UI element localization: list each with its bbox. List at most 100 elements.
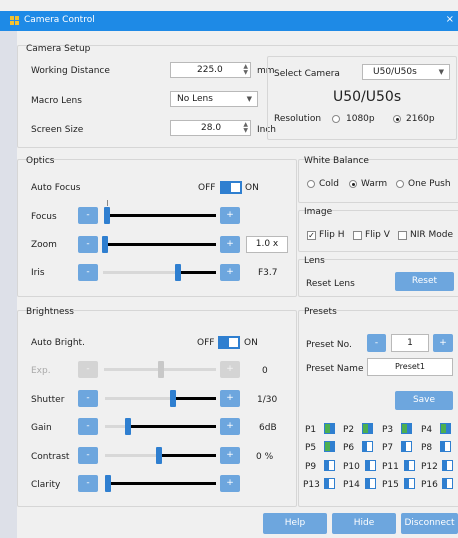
zoom-plus-button[interactable]: + <box>220 236 240 253</box>
shutter-slider-thumb[interactable] <box>170 390 176 407</box>
preset-toggle-13[interactable] <box>324 478 335 489</box>
preset-toggle-15[interactable] <box>404 478 415 489</box>
flip-v-checkbox[interactable] <box>353 231 362 240</box>
focus-tick <box>107 200 108 206</box>
clarity-slider-thumb[interactable] <box>105 475 111 492</box>
preset-toggle-8[interactable] <box>440 441 451 452</box>
shutter-value: 1/30 <box>257 395 278 405</box>
iris-slider-track-right[interactable] <box>177 271 216 274</box>
preset-toggle-11[interactable] <box>404 460 415 471</box>
preset-toggle-4[interactable] <box>440 423 451 434</box>
preset-label: P3 <box>382 425 394 435</box>
res-1080-radio[interactable] <box>332 115 340 123</box>
iris-minus-button[interactable]: - <box>78 264 98 281</box>
focus-slider-thumb[interactable] <box>104 207 110 224</box>
preset-label: P4 <box>421 425 433 435</box>
iris-slider-track-left[interactable] <box>103 271 177 274</box>
iris-value: F3.7 <box>258 268 278 278</box>
contrast-slider-track-left[interactable] <box>105 454 158 457</box>
flip-v-label: Flip V <box>365 230 390 240</box>
shutter-plus-button[interactable]: + <box>220 390 240 407</box>
wb-one-push-label: One Push <box>408 179 451 189</box>
working-distance-input[interactable]: 225.0 ▲ ▼ <box>170 62 251 78</box>
gain-slider-track-left[interactable] <box>105 425 127 428</box>
gain-plus-button[interactable]: + <box>220 418 240 435</box>
wb-cold-radio[interactable] <box>307 180 315 188</box>
preset-name-input[interactable]: Preset1 <box>367 358 453 376</box>
clarity-plus-button[interactable]: + <box>220 475 240 492</box>
focus-slider-track[interactable] <box>106 214 216 217</box>
reset-lens-button[interactable]: Reset <box>395 272 454 291</box>
clarity-slider-track[interactable] <box>107 482 216 485</box>
spinner-icon[interactable]: ▲ ▼ <box>243 122 248 134</box>
auto-bright-toggle[interactable] <box>218 336 240 349</box>
contrast-value: 0 % <box>256 452 274 462</box>
focus-plus-button[interactable]: + <box>220 207 240 224</box>
shutter-slider-track-left[interactable] <box>105 397 172 400</box>
preset-no-input[interactable]: 1 <box>391 334 429 352</box>
gain-slider-track-right[interactable] <box>127 425 216 428</box>
close-icon[interactable]: × <box>446 14 454 25</box>
nir-mode-checkbox[interactable] <box>398 231 407 240</box>
auto-bright-off-label: OFF <box>197 338 215 348</box>
preset-toggle-10[interactable] <box>365 460 376 471</box>
focus-minus-button[interactable]: - <box>78 207 98 224</box>
zoom-label: Zoom <box>31 240 57 250</box>
contrast-minus-button[interactable]: - <box>78 447 98 464</box>
window-title: Camera Control <box>24 15 95 25</box>
auto-focus-toggle[interactable] <box>220 181 242 194</box>
camera-setup-title: Camera Setup <box>26 44 91 54</box>
preset-toggle-16[interactable] <box>442 478 453 489</box>
gain-minus-button[interactable]: - <box>78 418 98 435</box>
flip-h-checkbox[interactable]: ✓ <box>307 231 316 240</box>
contrast-slider-thumb[interactable] <box>156 447 162 464</box>
disconnect-button[interactable]: Disconnect <box>401 513 458 534</box>
preset-toggle-12[interactable] <box>442 460 453 471</box>
camera-select[interactable]: U50/U50s ▼ <box>362 64 450 80</box>
wb-warm-radio[interactable] <box>349 180 357 188</box>
preset-toggle-14[interactable] <box>365 478 376 489</box>
left-strip <box>0 31 17 538</box>
iris-plus-button[interactable]: + <box>220 264 240 281</box>
hide-button[interactable]: Hide <box>332 513 396 534</box>
preset-toggle-1[interactable] <box>324 423 335 434</box>
gain-label: Gain <box>31 423 52 433</box>
res-1080-label: 1080p <box>346 114 375 124</box>
spinner-icon[interactable]: ▲ ▼ <box>243 64 248 76</box>
contrast-label: Contrast <box>31 452 70 462</box>
wb-one-push-radio[interactable] <box>396 180 404 188</box>
clarity-minus-button[interactable]: - <box>78 475 98 492</box>
preset-toggle-5[interactable] <box>324 441 335 452</box>
preset-toggle-2[interactable] <box>362 423 373 434</box>
exp-slider-thumb[interactable] <box>158 361 164 378</box>
zoom-slider-track[interactable] <box>104 243 216 246</box>
preset-no-minus-button[interactable]: - <box>367 334 386 352</box>
gain-slider-thumb[interactable] <box>125 418 131 435</box>
clarity-label: Clarity <box>31 480 61 490</box>
macro-lens-select[interactable]: No Lens ▼ <box>170 91 258 107</box>
contrast-plus-button[interactable]: + <box>220 447 240 464</box>
exp-minus-button[interactable]: - <box>78 361 98 378</box>
preset-toggle-9[interactable] <box>324 460 335 471</box>
preset-no-plus-button[interactable]: + <box>433 334 453 352</box>
preset-label: P11 <box>382 462 399 472</box>
zoom-slider-thumb[interactable] <box>102 236 108 253</box>
preset-label: P7 <box>382 443 394 453</box>
preset-label: P5 <box>305 443 317 453</box>
res-2160-radio[interactable] <box>393 115 401 123</box>
screen-size-input[interactable]: 28.0 ▲ ▼ <box>170 120 251 136</box>
iris-slider-thumb[interactable] <box>175 264 181 281</box>
preset-toggle-3[interactable] <box>401 423 412 434</box>
contrast-slider-track-right[interactable] <box>158 454 216 457</box>
help-button[interactable]: Help <box>263 513 327 534</box>
shutter-slider-track-right[interactable] <box>172 397 216 400</box>
preset-toggle-7[interactable] <box>401 441 412 452</box>
resolution-label: Resolution <box>274 114 322 124</box>
zoom-minus-button[interactable]: - <box>78 236 98 253</box>
exp-plus-button[interactable]: + <box>220 361 240 378</box>
iris-label: Iris <box>31 268 45 278</box>
preset-label: P16 <box>421 480 438 490</box>
shutter-minus-button[interactable]: - <box>78 390 98 407</box>
save-preset-button[interactable]: Save <box>395 391 453 410</box>
preset-toggle-6[interactable] <box>362 441 373 452</box>
